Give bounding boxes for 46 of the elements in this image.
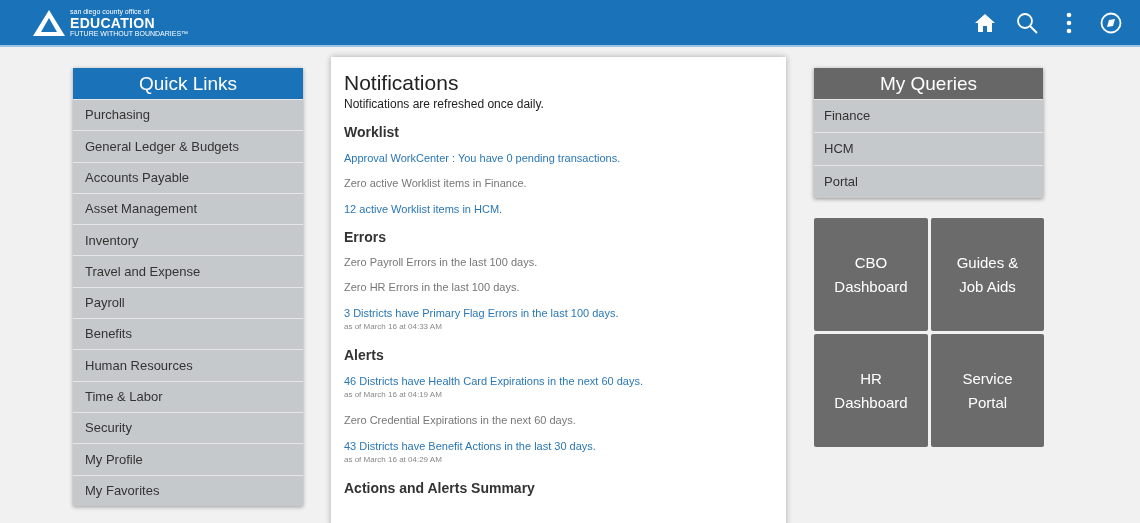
query-item[interactable]: Portal [814, 165, 1043, 198]
dashboard-tile[interactable]: Service Portal [931, 334, 1044, 447]
triangle-logo-icon [32, 8, 66, 37]
dashboard-tile[interactable]: HR Dashboard [814, 334, 928, 447]
compass-icon [1100, 12, 1122, 35]
quick-link-item[interactable]: Time & Labor [73, 380, 303, 412]
quick-link-item[interactable]: Human Resources [73, 349, 303, 381]
notification-link[interactable]: 12 active Worklist items in HCM. [344, 202, 503, 216]
quick-link-item[interactable]: General Ledger & Budgets [73, 130, 303, 162]
panel-title: Notifications [344, 71, 460, 95]
quick-link-item[interactable]: My Profile [73, 443, 303, 475]
section-heading: Worklist [344, 123, 400, 142]
timestamp: as of March 16 at 04:19 AM [344, 389, 443, 401]
quick-link-item[interactable]: My Favorites [73, 474, 303, 506]
notification-link[interactable]: 46 Districts have Health Card Expirations in the next 60 days. [344, 374, 643, 388]
quick-link-item[interactable]: Payroll [73, 286, 303, 319]
home-icon [974, 13, 996, 34]
panel-header: Quick Links [73, 68, 303, 99]
search-icon [1016, 12, 1038, 35]
timestamp: as of March 16 at 04:29 AM [344, 454, 443, 466]
more-options-icon [1066, 12, 1072, 35]
notification-text: Zero Payroll Errors in the last 100 days. [344, 255, 539, 269]
logo-wordmark: EDUCATION [70, 15, 156, 30]
notification-text: Zero Credential Expirations in the next 60 days. [344, 413, 577, 427]
quick-link-item[interactable]: Travel and Expense [73, 255, 303, 287]
quick-link-item[interactable]: Asset Management [73, 192, 303, 225]
timestamp: as of March 16 at 04:33 AM [344, 321, 443, 333]
quick-link-item[interactable]: Inventory [73, 224, 303, 256]
notification-link[interactable]: 3 Districts have Primary Flag Errors in the last 100 days. [344, 306, 619, 320]
section-heading: Actions and Alerts Summary [344, 479, 536, 498]
notification-text: Zero HR Errors in the last 100 days. [344, 280, 521, 294]
quick-link-item[interactable]: Benefits [73, 318, 303, 350]
notification-link[interactable]: Approval WorkCenter : You have 0 pending transactions. [344, 151, 621, 165]
quick-link-item[interactable]: Security [73, 411, 303, 444]
notification-text: Zero active Worklist items in Finance. [344, 176, 528, 190]
panel-subtitle: Notifications are refreshed once daily. [344, 96, 545, 113]
panel-header: My Queries [814, 68, 1043, 99]
dashboard-tile[interactable]: Guides & Job Aids [931, 218, 1044, 331]
quick-link-item[interactable]: Accounts Payable [73, 161, 303, 193]
notification-link[interactable]: 43 Districts have Benefit Actions in the last 30 days. [344, 439, 596, 453]
query-item[interactable]: Finance [814, 99, 1043, 132]
section-heading: Alerts [344, 346, 385, 365]
quick-link-item[interactable]: Purchasing [73, 99, 303, 131]
dashboard-tile[interactable]: CBO Dashboard [814, 218, 928, 331]
query-item[interactable]: HCM [814, 132, 1043, 165]
section-heading: Errors [344, 228, 388, 247]
